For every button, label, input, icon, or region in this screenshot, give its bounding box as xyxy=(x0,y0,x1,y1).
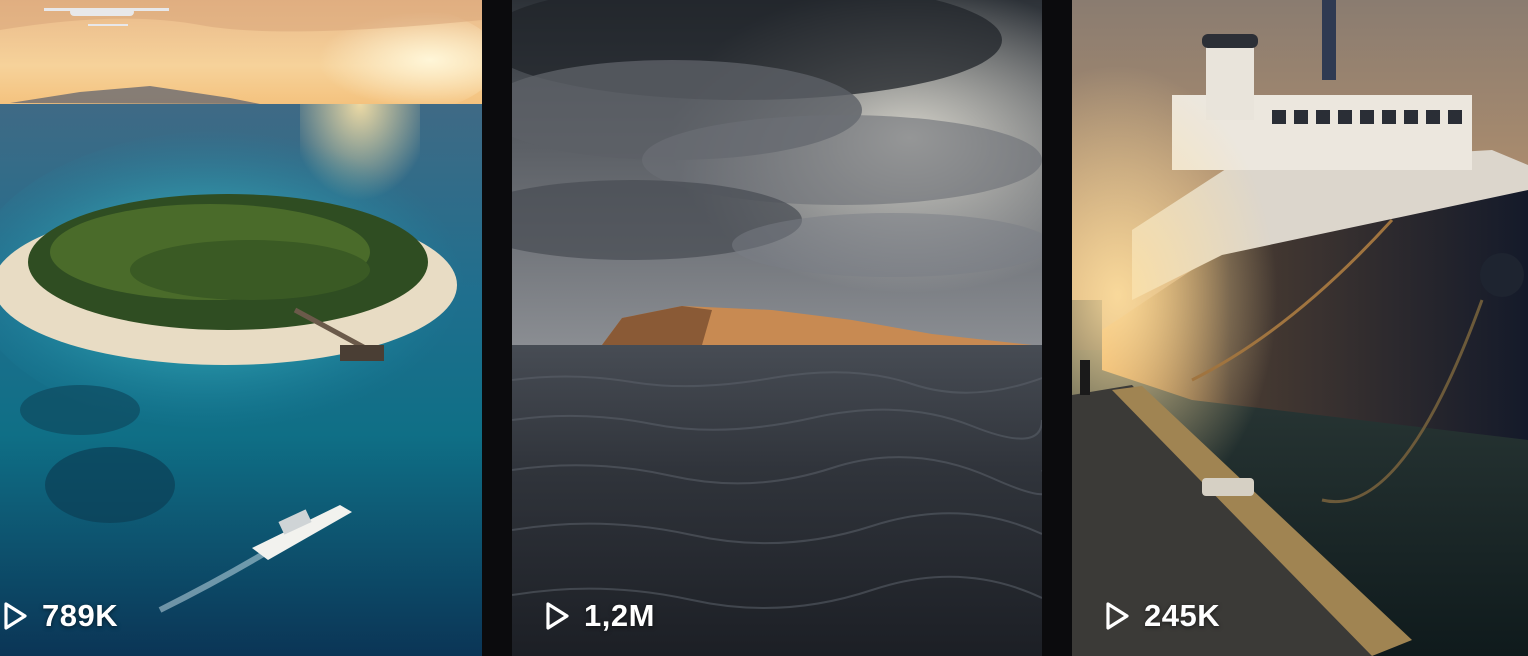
view-count-label: 245K xyxy=(1144,598,1221,633)
view-count: 1,2M xyxy=(544,598,655,634)
video-grid: 789K 1,2M 245K xyxy=(0,0,1528,656)
play-icon xyxy=(2,601,28,631)
view-count-label: 789K xyxy=(42,598,119,633)
video-tile-sea[interactable]: 1,2M xyxy=(512,0,1042,656)
ship-thumbnail xyxy=(1072,0,1528,656)
play-icon xyxy=(1104,601,1130,631)
video-tile-island[interactable]: 789K xyxy=(0,0,482,656)
sea-thumbnail xyxy=(512,0,1042,656)
view-count-label: 1,2M xyxy=(584,598,655,633)
island-thumbnail xyxy=(0,0,482,656)
view-count: 789K xyxy=(2,598,118,634)
view-count: 245K xyxy=(1104,598,1220,634)
video-tile-ship[interactable]: 245K xyxy=(1072,0,1528,656)
play-icon xyxy=(544,601,570,631)
